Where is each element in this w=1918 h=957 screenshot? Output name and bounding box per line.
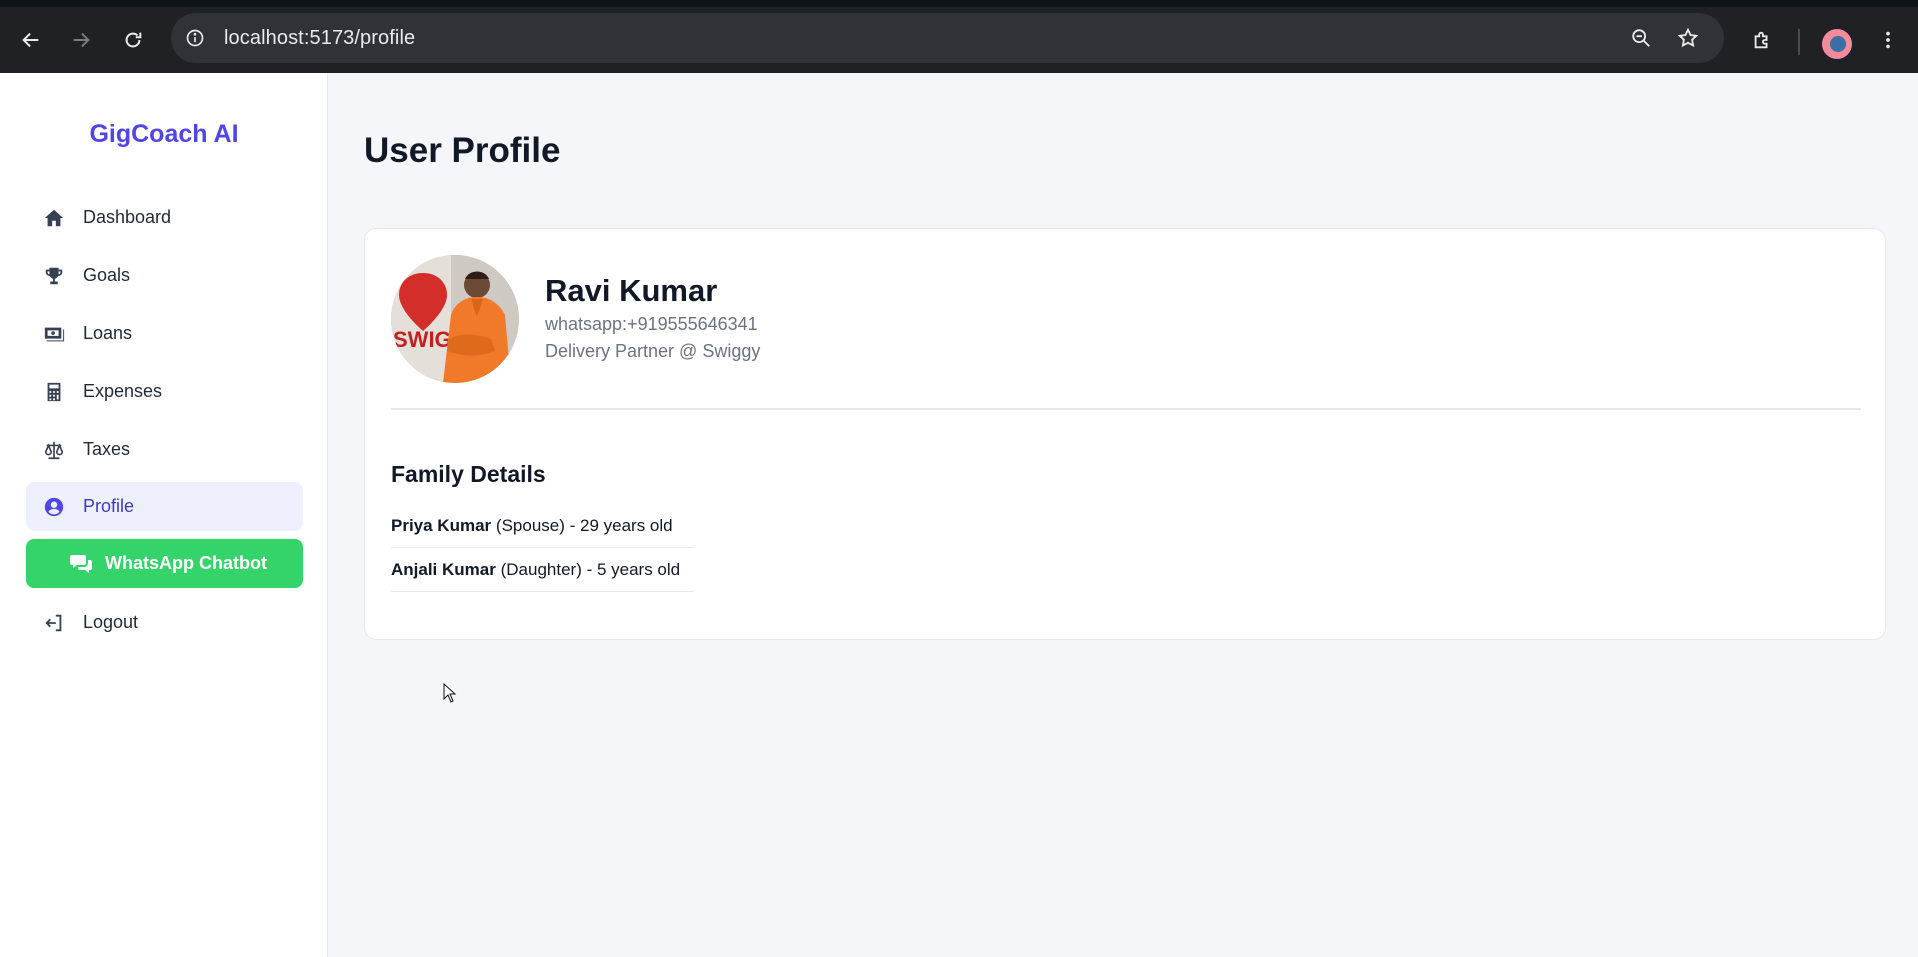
address-bar[interactable]: localhost:5173/profile: [171, 13, 1724, 63]
svg-text:SWIG: SWIG: [393, 327, 452, 352]
logout-label: Logout: [83, 612, 139, 632]
kebab-menu-icon: [1886, 31, 1890, 49]
profile-photo: SWIG: [391, 255, 519, 383]
sidebar-item-goals[interactable]: Goals: [26, 251, 303, 300]
sidebar-item-label: Taxes: [83, 439, 131, 459]
family-member-row: Anjali Kumar (Daughter) - 5 years old: [391, 548, 694, 592]
sidebar-item-expenses[interactable]: Expenses: [26, 367, 303, 416]
family-member-detail: (Daughter) - 5 years old: [500, 560, 681, 579]
brand-logo-text[interactable]: GigCoach AI: [0, 120, 328, 149]
sidebar-item-dashboard[interactable]: Dashboard: [26, 193, 303, 242]
profile-role: Delivery Partner @ Swiggy: [545, 341, 761, 361]
sidebar: GigCoach AI Dashboard Goals Loans Expens…: [0, 73, 328, 957]
section-divider: [391, 408, 1861, 410]
logout-icon: [42, 611, 66, 635]
family-member-name: Anjali Kumar: [391, 560, 496, 579]
reload-button[interactable]: [115, 22, 151, 58]
trophy-icon: [42, 264, 66, 288]
arrow-right-icon: [73, 32, 90, 48]
sidebar-item-profile[interactable]: Profile: [26, 482, 303, 531]
puzzle-icon: [1754, 31, 1768, 49]
browser-menu-button[interactable]: [1870, 22, 1906, 58]
browser-toolbar: localhost:5173/profile: [0, 7, 1918, 73]
sidebar-item-loans[interactable]: Loans: [26, 309, 303, 358]
site-info-icon[interactable]: [183, 26, 207, 50]
reload-icon: [125, 32, 142, 48]
bookmark-star-icon[interactable]: [1675, 25, 1701, 51]
extensions-button[interactable]: [1744, 22, 1780, 58]
profile-name: Ravi Kumar: [545, 273, 718, 308]
scale-icon: [42, 438, 66, 462]
sidebar-item-label: Goals: [83, 265, 131, 285]
sidebar-item-taxes[interactable]: Taxes: [26, 425, 303, 474]
home-icon: [42, 206, 66, 230]
profile-avatar-icon[interactable]: [1822, 29, 1852, 59]
back-button[interactable]: [13, 22, 49, 58]
whatsapp-chatbot-button[interactable]: WhatsApp Chatbot: [26, 539, 303, 588]
sidebar-item-label: Dashboard: [83, 207, 172, 227]
family-member-row: Priya Kumar (Spouse) - 29 years old: [391, 504, 694, 548]
user-circle-icon: [42, 495, 66, 519]
money-bill-icon: [42, 322, 66, 346]
zoom-icon[interactable]: [1628, 25, 1654, 51]
chat-bubbles-icon: [69, 551, 93, 575]
sidebar-item-label: Expenses: [83, 381, 163, 401]
window-top-strip: [0, 0, 1918, 7]
forward-button[interactable]: [63, 22, 99, 58]
family-details-title: Family Details: [391, 461, 546, 487]
logout-button[interactable]: Logout: [26, 598, 303, 647]
family-member-name: Priya Kumar: [391, 516, 492, 535]
arrow-left-icon: [22, 32, 39, 48]
profile-phone: whatsapp:+919555646341: [545, 314, 758, 334]
sidebar-item-label: Profile: [83, 496, 135, 516]
sidebar-item-label: Loans: [83, 323, 133, 343]
url-text[interactable]: localhost:5173/profile: [224, 27, 415, 50]
profile-card: SWIG Ravi Kumar whatsapp:+919555646341 D…: [364, 228, 1886, 640]
toolbar-separator: [1798, 29, 1800, 55]
calculator-icon: [42, 380, 66, 404]
family-member-detail: (Spouse) - 29 years old: [495, 516, 673, 535]
whatsapp-chatbot-label: WhatsApp Chatbot: [105, 553, 267, 573]
page-title: User Profile: [364, 131, 561, 170]
mouse-pointer-icon: [443, 683, 457, 703]
